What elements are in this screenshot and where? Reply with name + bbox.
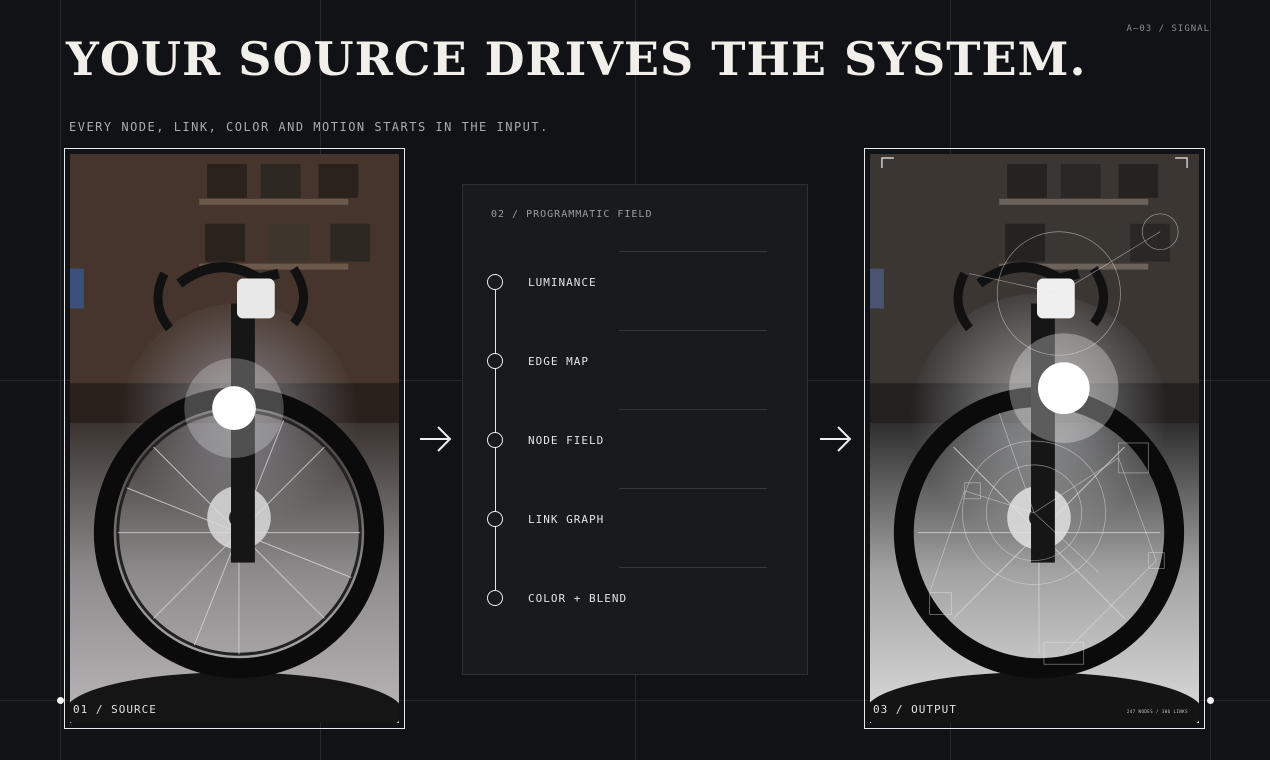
- divider: [619, 488, 767, 489]
- step-node-icon: [487, 432, 503, 448]
- step-label: COLOR + BLEND: [528, 592, 628, 605]
- page-title: YOUR SOURCE DRIVES THE SYSTEM.: [66, 32, 1087, 86]
- panel-title: 02 / PROGRAMMATIC FIELD: [491, 209, 653, 220]
- output-stats: 247 NODES / 386 LINKS: [1126, 709, 1188, 714]
- source-frame[interactable]: 01 / SOURCE: [64, 148, 405, 729]
- connector-dot: [1207, 697, 1214, 704]
- source-photo: [70, 154, 399, 723]
- step-node-icon: [487, 274, 503, 290]
- page-subtitle: EVERY NODE, LINK, COLOR AND MOTION START…: [69, 120, 549, 134]
- output-photo: [870, 154, 1199, 723]
- step-label: EDGE MAP: [528, 355, 589, 368]
- step-node-icon: [487, 353, 503, 369]
- grid-line: [60, 0, 61, 760]
- step-node-icon: [487, 511, 503, 527]
- step-label: LINK GRAPH: [528, 513, 605, 526]
- output-label: 03 / OUTPUT: [873, 703, 957, 716]
- connector-dot: [57, 697, 64, 704]
- output-frame[interactable]: 03 / OUTPUT 247 NODES / 386 LINKS: [864, 148, 1205, 729]
- divider: [619, 330, 767, 331]
- grid-line: [1210, 0, 1211, 760]
- arrow-right-icon: [420, 426, 452, 452]
- divider: [619, 567, 767, 568]
- bicycle-photo-output: [870, 154, 1199, 723]
- step-label: LUMINANCE: [528, 276, 597, 289]
- bicycle-photo-source: [70, 154, 399, 723]
- step-label: NODE FIELD: [528, 434, 605, 447]
- corner-tag: A—03 / SIGNAL: [1126, 24, 1210, 34]
- source-label: 01 / SOURCE: [73, 703, 157, 716]
- programmatic-field-panel: 02 / PROGRAMMATIC FIELD LUMINANCE EDGE M…: [462, 184, 808, 675]
- divider: [619, 409, 767, 410]
- divider: [619, 251, 767, 252]
- step-node-icon: [487, 590, 503, 606]
- arrow-right-icon: [820, 426, 852, 452]
